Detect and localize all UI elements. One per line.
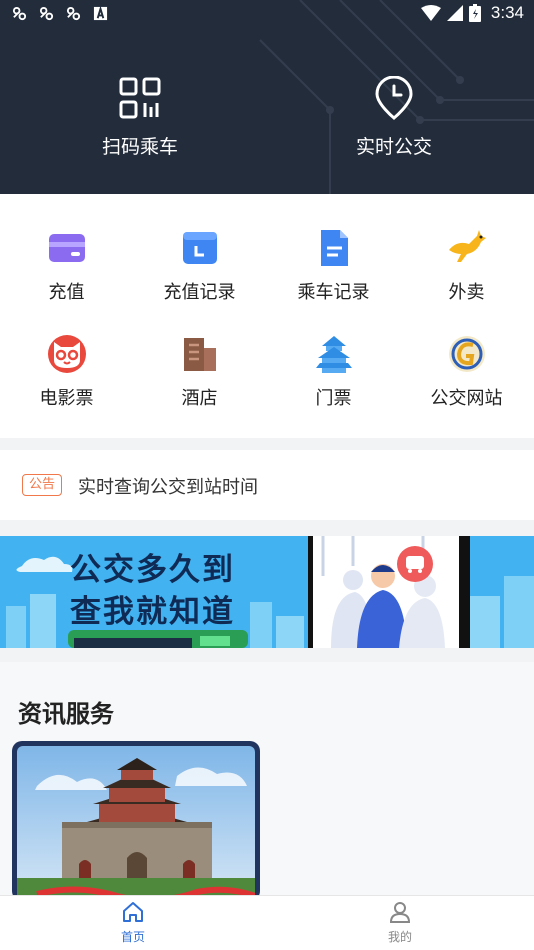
scan-ride-button[interactable]: 扫码乘车 (60, 76, 220, 166)
promo-banner[interactable]: 公交多久到 查我就知道 (0, 536, 534, 648)
keyboard-a-icon (93, 6, 108, 21)
wifi-icon (420, 5, 441, 21)
notice-text: 实时查询公交到站时间 (78, 477, 258, 498)
service-label: 乘车记录 (297, 282, 370, 303)
home-icon (123, 902, 143, 922)
service-label: 公交网站 (430, 388, 503, 409)
status-bar: 3:34 (0, 0, 534, 30)
header: 3:34 扫码乘车 实时公交 (0, 0, 534, 194)
bus-logo-icon (448, 336, 485, 372)
service-label: 充值记录 (163, 282, 236, 303)
battery-icon (468, 4, 481, 22)
bottom-tab-bar: 首页 我的 (0, 895, 534, 950)
news-card-image (17, 746, 255, 901)
qr-code-icon (119, 77, 161, 119)
banner-people-illustration (308, 536, 464, 648)
temple-icon (315, 336, 352, 373)
service-ride-records[interactable]: 乘车记录 (267, 228, 400, 318)
realtime-bus-label: 实时公交 (355, 136, 432, 158)
location-clock-icon (375, 76, 413, 120)
wallet-icon (48, 234, 85, 262)
banner-line1: 公交多久到 (70, 552, 235, 588)
kangaroo-icon (448, 230, 486, 262)
building-icon (183, 338, 216, 371)
tab-mine-label: 我的 (387, 930, 412, 944)
service-label: 电影票 (39, 388, 94, 409)
banner-line2: 查我就知道 (70, 594, 235, 630)
realtime-bus-button[interactable]: 实时公交 (314, 76, 474, 166)
service-label: 充值 (48, 282, 85, 303)
status-time: 3:34 (490, 3, 524, 22)
notification-icon (66, 6, 81, 21)
notice-bar[interactable]: 公告 实时查询公交到站时间 (0, 450, 534, 520)
cat-face-icon (47, 335, 86, 373)
service-label: 酒店 (181, 388, 218, 409)
tab-mine[interactable]: 我的 (340, 900, 460, 945)
user-icon (389, 902, 411, 923)
tab-home[interactable]: 首页 (73, 900, 193, 945)
news-section-title: 资讯服务 (18, 700, 114, 728)
scan-ride-label: 扫码乘车 (101, 136, 178, 158)
service-grid: 充值 充值记录 乘车记录 外卖 电影票 酒店 门票 公交网站 (0, 194, 534, 438)
service-recharge[interactable]: 充值 (0, 228, 133, 318)
service-label: 外卖 (448, 282, 485, 303)
service-bus-website[interactable]: 公交网站 (400, 334, 533, 424)
service-hotel[interactable]: 酒店 (133, 334, 266, 424)
tab-home-label: 首页 (120, 930, 145, 944)
document-icon (320, 230, 348, 266)
service-recharge-records[interactable]: 充值记录 (133, 228, 266, 318)
service-label: 门票 (315, 388, 352, 409)
calendar-icon (182, 232, 217, 264)
notification-icon (39, 6, 54, 21)
signal-icon (446, 5, 463, 21)
news-card[interactable] (12, 741, 260, 901)
service-tickets[interactable]: 门票 (267, 334, 400, 424)
news-section: 资讯服务 (0, 662, 534, 901)
service-movie-tickets[interactable]: 电影票 (0, 334, 133, 424)
notification-icon (12, 6, 27, 21)
service-takeaway[interactable]: 外卖 (400, 228, 533, 318)
notice-tag: 公告 (22, 474, 63, 496)
